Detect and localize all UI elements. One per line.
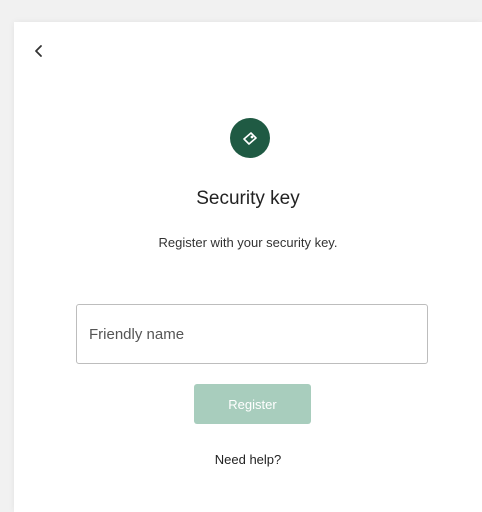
security-key-card: Security key Register with your security… [14, 22, 482, 512]
security-key-icon [243, 132, 257, 145]
help-link-row: Need help? [14, 452, 482, 467]
friendly-name-input[interactable] [76, 304, 428, 364]
chevron-left-icon [35, 45, 42, 57]
back-button[interactable] [28, 40, 50, 62]
page-title: Security key [196, 188, 300, 209]
page-subtitle: Register with your security key. [158, 235, 338, 250]
security-key-badge [230, 118, 270, 158]
register-button[interactable]: Register [194, 384, 311, 424]
need-help-link[interactable]: Need help? [215, 452, 282, 467]
